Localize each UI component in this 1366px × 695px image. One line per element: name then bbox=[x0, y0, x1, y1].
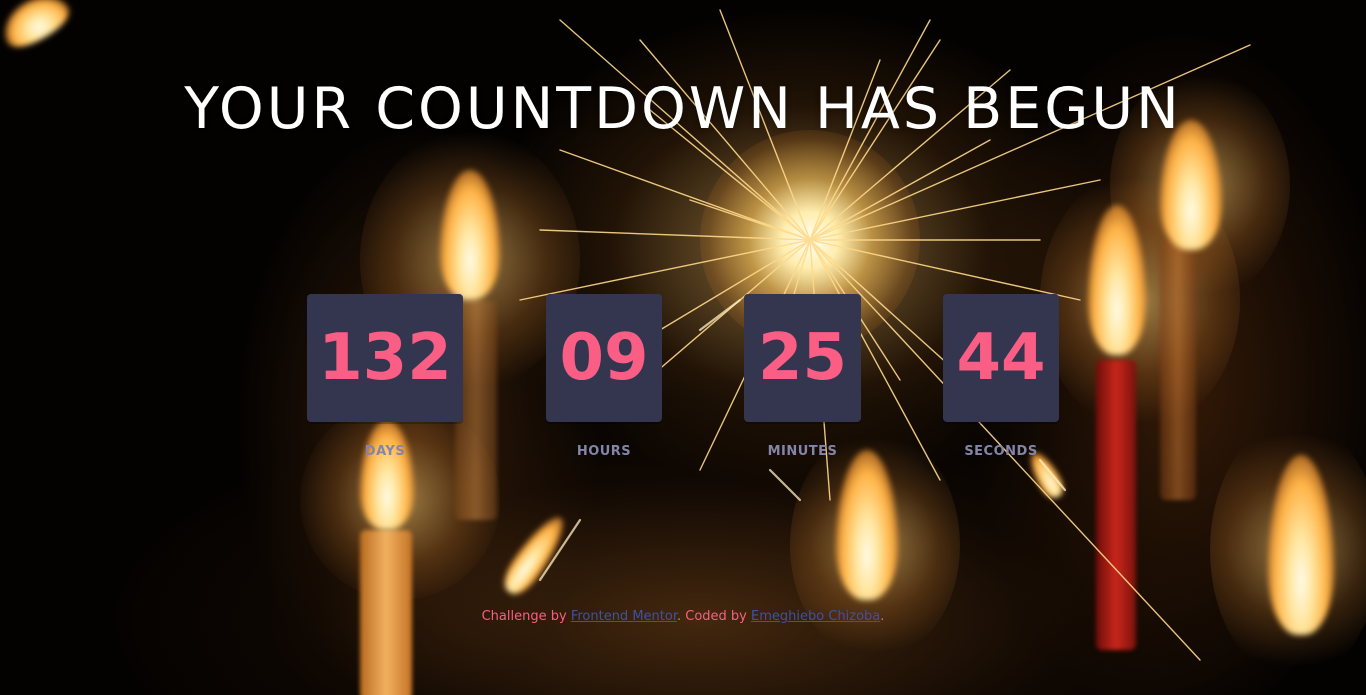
page-title: YOUR COUNTDOWN HAS BEGUN bbox=[184, 76, 1182, 142]
countdown-days: 132 DAYS bbox=[307, 294, 463, 459]
minutes-label: MINUTES bbox=[767, 444, 838, 459]
days-value: 132 bbox=[318, 321, 452, 395]
countdown-minutes: 25 MINUTES bbox=[744, 294, 861, 459]
attribution-suffix: . bbox=[880, 609, 885, 624]
author-link[interactable]: Emeghiebo Chizoba bbox=[751, 609, 880, 624]
countdown-seconds: 44 SECONDS bbox=[943, 294, 1059, 459]
seconds-value: 44 bbox=[956, 321, 1046, 395]
frontend-mentor-link[interactable]: Frontend Mentor bbox=[571, 609, 677, 624]
days-card: 132 bbox=[307, 294, 463, 422]
countdown-hours: 09 HOURS bbox=[546, 294, 662, 459]
attribution: Challenge by Frontend Mentor. Coded by E… bbox=[0, 609, 1366, 624]
hours-card: 09 bbox=[546, 294, 662, 422]
hours-label: HOURS bbox=[576, 444, 632, 459]
days-label: DAYS bbox=[364, 444, 406, 459]
hours-value: 09 bbox=[559, 321, 649, 395]
attribution-prefix: Challenge by bbox=[481, 609, 571, 624]
seconds-card: 44 bbox=[943, 294, 1059, 422]
minutes-value: 25 bbox=[757, 321, 848, 395]
seconds-label: SECONDS bbox=[964, 444, 1038, 459]
attribution-middle: . Coded by bbox=[676, 609, 751, 624]
countdown-timer: 132 DAYS 09 HOURS 25 MINUTES 44 SECONDS bbox=[0, 294, 1366, 474]
minutes-card: 25 bbox=[744, 294, 861, 422]
